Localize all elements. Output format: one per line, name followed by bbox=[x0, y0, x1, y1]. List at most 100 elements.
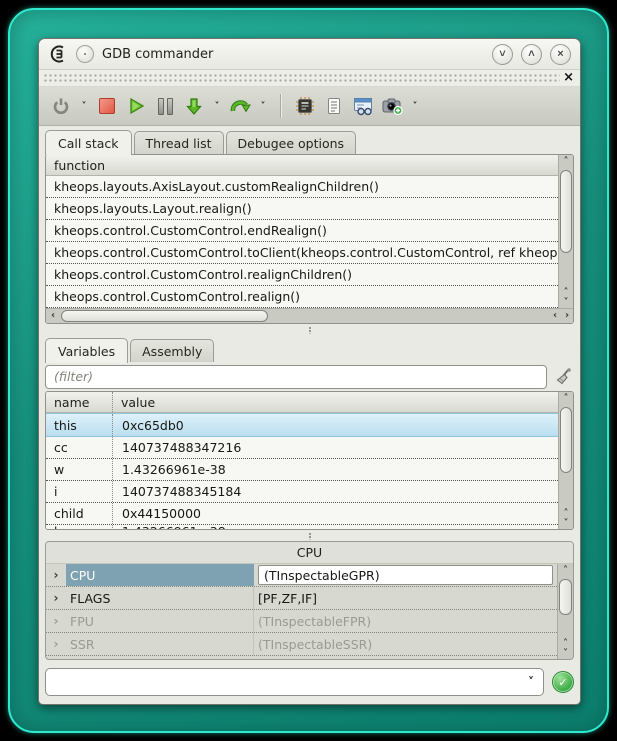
scrollbar-thumb[interactable] bbox=[560, 407, 572, 473]
cpu-row-ssr[interactable]: › SSR (TInspectableSSR) bbox=[46, 633, 557, 656]
window-inspect-icon bbox=[352, 96, 374, 116]
scroll-down-icon[interactable]: ˅ bbox=[559, 519, 573, 529]
cpu-row-fpu[interactable]: › FPU (TInspectableFPR) bbox=[46, 610, 557, 633]
scroll-down-icon[interactable]: ˅ bbox=[558, 649, 573, 659]
cpu-row-flags[interactable]: › FLAGS [PF,ZF,IF] bbox=[46, 587, 557, 610]
step-over-dropdown[interactable]: ˅ bbox=[257, 101, 269, 112]
document-list-icon bbox=[324, 96, 344, 116]
tab-debugee-options[interactable]: Debugee options bbox=[226, 131, 357, 154]
app-logo-icon bbox=[48, 44, 68, 64]
watches-list-button[interactable] bbox=[322, 93, 346, 119]
cpu-row-gpr[interactable]: › CPU (TInspectableGPR) bbox=[46, 564, 557, 587]
snapshot-button[interactable] bbox=[380, 93, 404, 119]
step-into-dropdown[interactable]: ˅ bbox=[211, 101, 223, 112]
dock-close-icon[interactable]: × bbox=[563, 70, 574, 86]
splitter-handle[interactable] bbox=[39, 324, 580, 336]
gdb-commander-window: GDB commander ˅ ˄ × × ˅ bbox=[38, 38, 581, 705]
variables-vertical-scrollbar[interactable]: ˄ ˄ ˅ bbox=[558, 392, 573, 529]
scrollbar-thumb[interactable] bbox=[559, 579, 572, 615]
pause-button[interactable] bbox=[153, 93, 177, 119]
scroll-up-icon[interactable]: ˄ bbox=[558, 564, 573, 578]
command-input[interactable] bbox=[54, 674, 523, 691]
debug-toolbar: ˅ ˅ ˅ bbox=[39, 87, 580, 126]
snapshot-dropdown[interactable]: ˅ bbox=[409, 101, 421, 112]
toolbar-separator bbox=[280, 94, 282, 118]
send-command-button[interactable]: ✓ bbox=[552, 671, 574, 693]
variables-table: name value this 0xc65db0 cc 140737488347… bbox=[46, 392, 558, 529]
cpu-value-field[interactable]: (TInspectableGPR) bbox=[258, 565, 553, 585]
stop-icon bbox=[99, 98, 115, 114]
cpu-vertical-scrollbar[interactable]: ˄ ˄ ˅ bbox=[557, 564, 573, 659]
callstack-frame[interactable]: kheops.layouts.AxisLayout.customRealignC… bbox=[46, 176, 558, 198]
power-button[interactable] bbox=[49, 93, 73, 119]
cpu-chip-icon bbox=[295, 96, 315, 116]
scroll-left-icon[interactable]: ‹ bbox=[46, 309, 60, 323]
power-dropdown[interactable]: ˅ bbox=[78, 101, 90, 112]
run-button[interactable] bbox=[124, 93, 148, 119]
stop-button[interactable] bbox=[95, 93, 119, 119]
variable-row[interactable]: w 1.43266961e-38 bbox=[46, 459, 558, 481]
column-name[interactable]: name bbox=[46, 392, 113, 412]
scroll-up-icon[interactable]: ˄ bbox=[559, 155, 573, 169]
variable-row[interactable]: i 140737488345184 bbox=[46, 481, 558, 503]
expander-icon[interactable]: › bbox=[46, 587, 66, 609]
step-into-button[interactable] bbox=[182, 93, 206, 119]
callstack-panel: function kheops.layouts.AxisLayout.custo… bbox=[45, 154, 574, 324]
inspector-button[interactable] bbox=[351, 93, 375, 119]
broom-icon bbox=[554, 367, 574, 387]
column-value[interactable]: value bbox=[113, 395, 155, 410]
callstack-frame[interactable]: kheops.layouts.Layout.realign() bbox=[46, 198, 558, 220]
variable-row[interactable]: cc 140737488347216 bbox=[46, 437, 558, 459]
combo-dropdown-icon[interactable]: ˅ bbox=[523, 675, 539, 689]
scrollbar-thumb[interactable] bbox=[61, 310, 268, 322]
expander-icon[interactable]: › bbox=[46, 564, 66, 586]
step-over-icon bbox=[229, 96, 251, 116]
step-over-button[interactable] bbox=[228, 93, 252, 119]
scroll-left-icon[interactable]: ‹ bbox=[549, 309, 561, 323]
callstack-vertical-scrollbar[interactable]: ˄ ˄ ˅ bbox=[558, 155, 573, 308]
variable-row[interactable]: h 1.43266961e-38 bbox=[46, 525, 558, 529]
variable-row[interactable]: this 0xc65db0 bbox=[46, 413, 558, 437]
tab-call-stack[interactable]: Call stack bbox=[45, 130, 132, 155]
scroll-right-icon[interactable]: › bbox=[561, 309, 573, 323]
vars-tabbar: Variables Assembly bbox=[39, 336, 580, 362]
tab-thread-list[interactable]: Thread list bbox=[134, 131, 224, 154]
shade-button[interactable]: ˅ bbox=[492, 44, 513, 65]
window-title: GDB commander bbox=[102, 47, 213, 62]
cpu-view-button[interactable] bbox=[293, 93, 317, 119]
cpu-panel-title: CPU bbox=[46, 542, 573, 564]
pause-icon bbox=[158, 98, 173, 115]
tab-assembly[interactable]: Assembly bbox=[130, 339, 214, 362]
callstack-frame[interactable]: kheops.control.CustomControl.realignChil… bbox=[46, 264, 558, 286]
chevron-up-icon: ˄ bbox=[528, 49, 534, 60]
clear-filter-button[interactable] bbox=[554, 367, 574, 387]
close-button[interactable]: × bbox=[550, 44, 571, 65]
camera-add-icon bbox=[381, 96, 403, 116]
dock-grip-handle[interactable]: × bbox=[39, 70, 580, 87]
unshade-button[interactable]: ˄ bbox=[521, 44, 542, 65]
variable-row[interactable]: child 0x44150000 bbox=[46, 503, 558, 525]
scroll-up-icon[interactable]: ˄ bbox=[559, 392, 573, 406]
splitter-handle[interactable] bbox=[39, 530, 580, 541]
callstack-column-header[interactable]: function bbox=[46, 155, 558, 176]
close-icon: × bbox=[557, 49, 563, 60]
expander-icon[interactable]: › bbox=[46, 633, 66, 655]
callstack-frame[interactable]: kheops.control.CustomControl.realign() bbox=[46, 286, 558, 308]
filter-input[interactable] bbox=[45, 365, 547, 389]
window-menu-button[interactable] bbox=[76, 45, 94, 63]
callstack-list: function kheops.layouts.AxisLayout.custo… bbox=[46, 155, 558, 308]
titlebar[interactable]: GDB commander ˅ ˄ × bbox=[39, 39, 580, 70]
callstack-frame[interactable]: kheops.control.CustomControl.toClient(kh… bbox=[46, 242, 558, 264]
callstack-frame[interactable]: kheops.control.CustomControl.endRealign(… bbox=[46, 220, 558, 242]
variables-column-headers[interactable]: name value bbox=[46, 392, 558, 413]
scroll-down-icon[interactable]: ˅ bbox=[559, 298, 573, 308]
expander-icon[interactable]: › bbox=[46, 610, 66, 632]
cpu-register-tree: › CPU (TInspectableGPR) › FLAGS [PF,ZF,I… bbox=[46, 564, 557, 659]
command-bar: ˅ ✓ bbox=[39, 660, 580, 704]
gdb-command-combobox[interactable]: ˅ bbox=[45, 668, 544, 696]
tab-variables[interactable]: Variables bbox=[45, 338, 128, 363]
callstack-horizontal-scrollbar[interactable]: ‹ ‹ › bbox=[46, 308, 573, 323]
scrollbar-thumb[interactable] bbox=[560, 170, 572, 253]
run-icon bbox=[126, 96, 146, 116]
filter-row bbox=[39, 362, 580, 391]
